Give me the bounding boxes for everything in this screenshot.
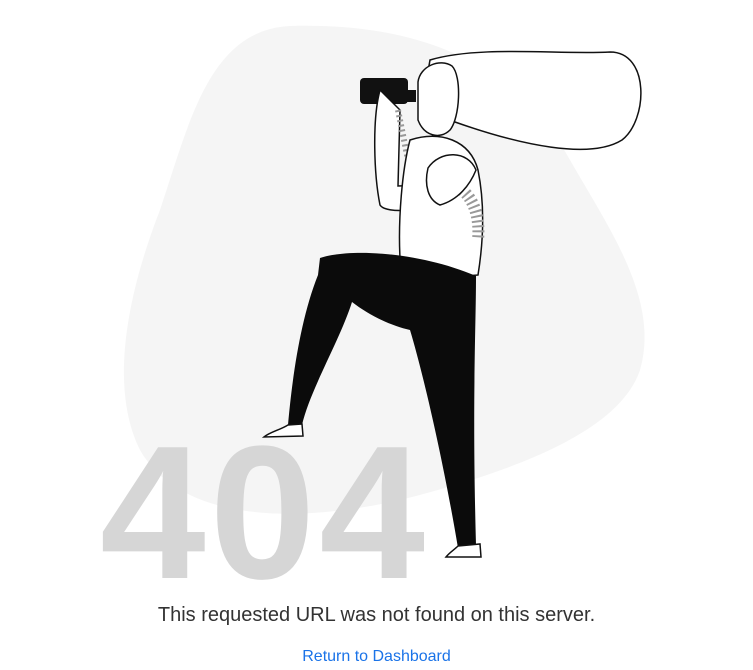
error-page: 404 This requested URL was not found on …	[0, 0, 753, 670]
return-to-dashboard-link[interactable]: Return to Dashboard	[0, 648, 753, 666]
error-message: This requested URL was not found on this…	[157, 604, 596, 626]
person-with-binoculars-illustration	[261, 50, 642, 558]
